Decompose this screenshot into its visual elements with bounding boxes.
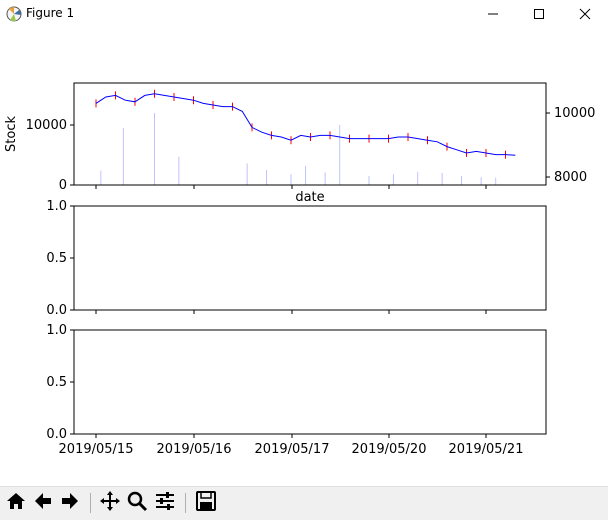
save-button[interactable] (193, 490, 219, 516)
x-tick-label: 2019/05/21 (449, 442, 524, 457)
toolbar-separator (185, 493, 186, 513)
y-tick-label: 0 (59, 178, 67, 193)
y-tick-label: 0.0 (46, 303, 67, 318)
y-tick-label: 1.0 (46, 199, 67, 214)
minimize-button[interactable] (470, 0, 516, 28)
x-tick-label: 2019/05/16 (157, 442, 232, 457)
window-title: Figure 1 (26, 6, 75, 20)
forward-icon (59, 490, 81, 516)
pan-button[interactable] (97, 490, 123, 516)
home-button[interactable] (3, 490, 29, 516)
toolbar-separator (90, 493, 91, 513)
configure-icon (154, 490, 176, 516)
bottom-axes-frame (73, 329, 547, 435)
price-line (95, 93, 516, 156)
minimize-icon (487, 5, 499, 24)
close-icon (579, 5, 591, 24)
volume-bars (100, 113, 497, 185)
x-tick-label: 2019/05/15 (59, 442, 134, 457)
y-tick-label: 0.0 (46, 427, 67, 442)
y-tick-label: 0.5 (46, 251, 67, 266)
middle-axes: 0.0 0.5 1.0 (46, 199, 547, 318)
pan-icon (99, 490, 121, 516)
y-tick-label: 0.5 (46, 375, 67, 390)
bottom-axes: 0.0 0.5 1.0 2019/05/15 2019/05/16 2019/0… (46, 323, 547, 457)
back-icon (32, 490, 54, 516)
y-tick-label: 10000 (26, 118, 67, 133)
y2-tick-label: 10000 (554, 106, 595, 121)
y-tick-label: 1.0 (46, 323, 67, 338)
candlestick-marks (95, 89, 506, 159)
title-bar: Figure 1 (0, 0, 608, 28)
matplotlib-app-icon (6, 6, 22, 22)
figure-canvas[interactable]: 0 10000 8000 10000 Stock date 0.0 0.5 1.… (0, 28, 608, 486)
maximize-icon (533, 5, 545, 24)
zoom-button[interactable] (124, 490, 150, 516)
y2-tick-label: 8000 (554, 170, 587, 185)
figure-svg: 0 10000 8000 10000 Stock date 0.0 0.5 1.… (4, 82, 595, 457)
configure-subplots-button[interactable] (152, 490, 178, 516)
x-tick-label: 2019/05/17 (255, 442, 330, 457)
middle-axes-frame (73, 205, 547, 311)
home-icon (5, 490, 27, 516)
y-axis-label: Stock (4, 116, 19, 152)
x-tick-label: 2019/05/20 (352, 442, 427, 457)
x-axis-label: date (295, 190, 324, 205)
navigation-toolbar (0, 486, 608, 520)
save-icon (195, 490, 217, 516)
top-axes: 0 10000 8000 10000 Stock date (4, 82, 595, 205)
back-button[interactable] (30, 490, 56, 516)
forward-button[interactable] (57, 490, 83, 516)
close-button[interactable] (562, 0, 608, 28)
zoom-icon (126, 490, 148, 516)
maximize-button[interactable] (516, 0, 562, 28)
